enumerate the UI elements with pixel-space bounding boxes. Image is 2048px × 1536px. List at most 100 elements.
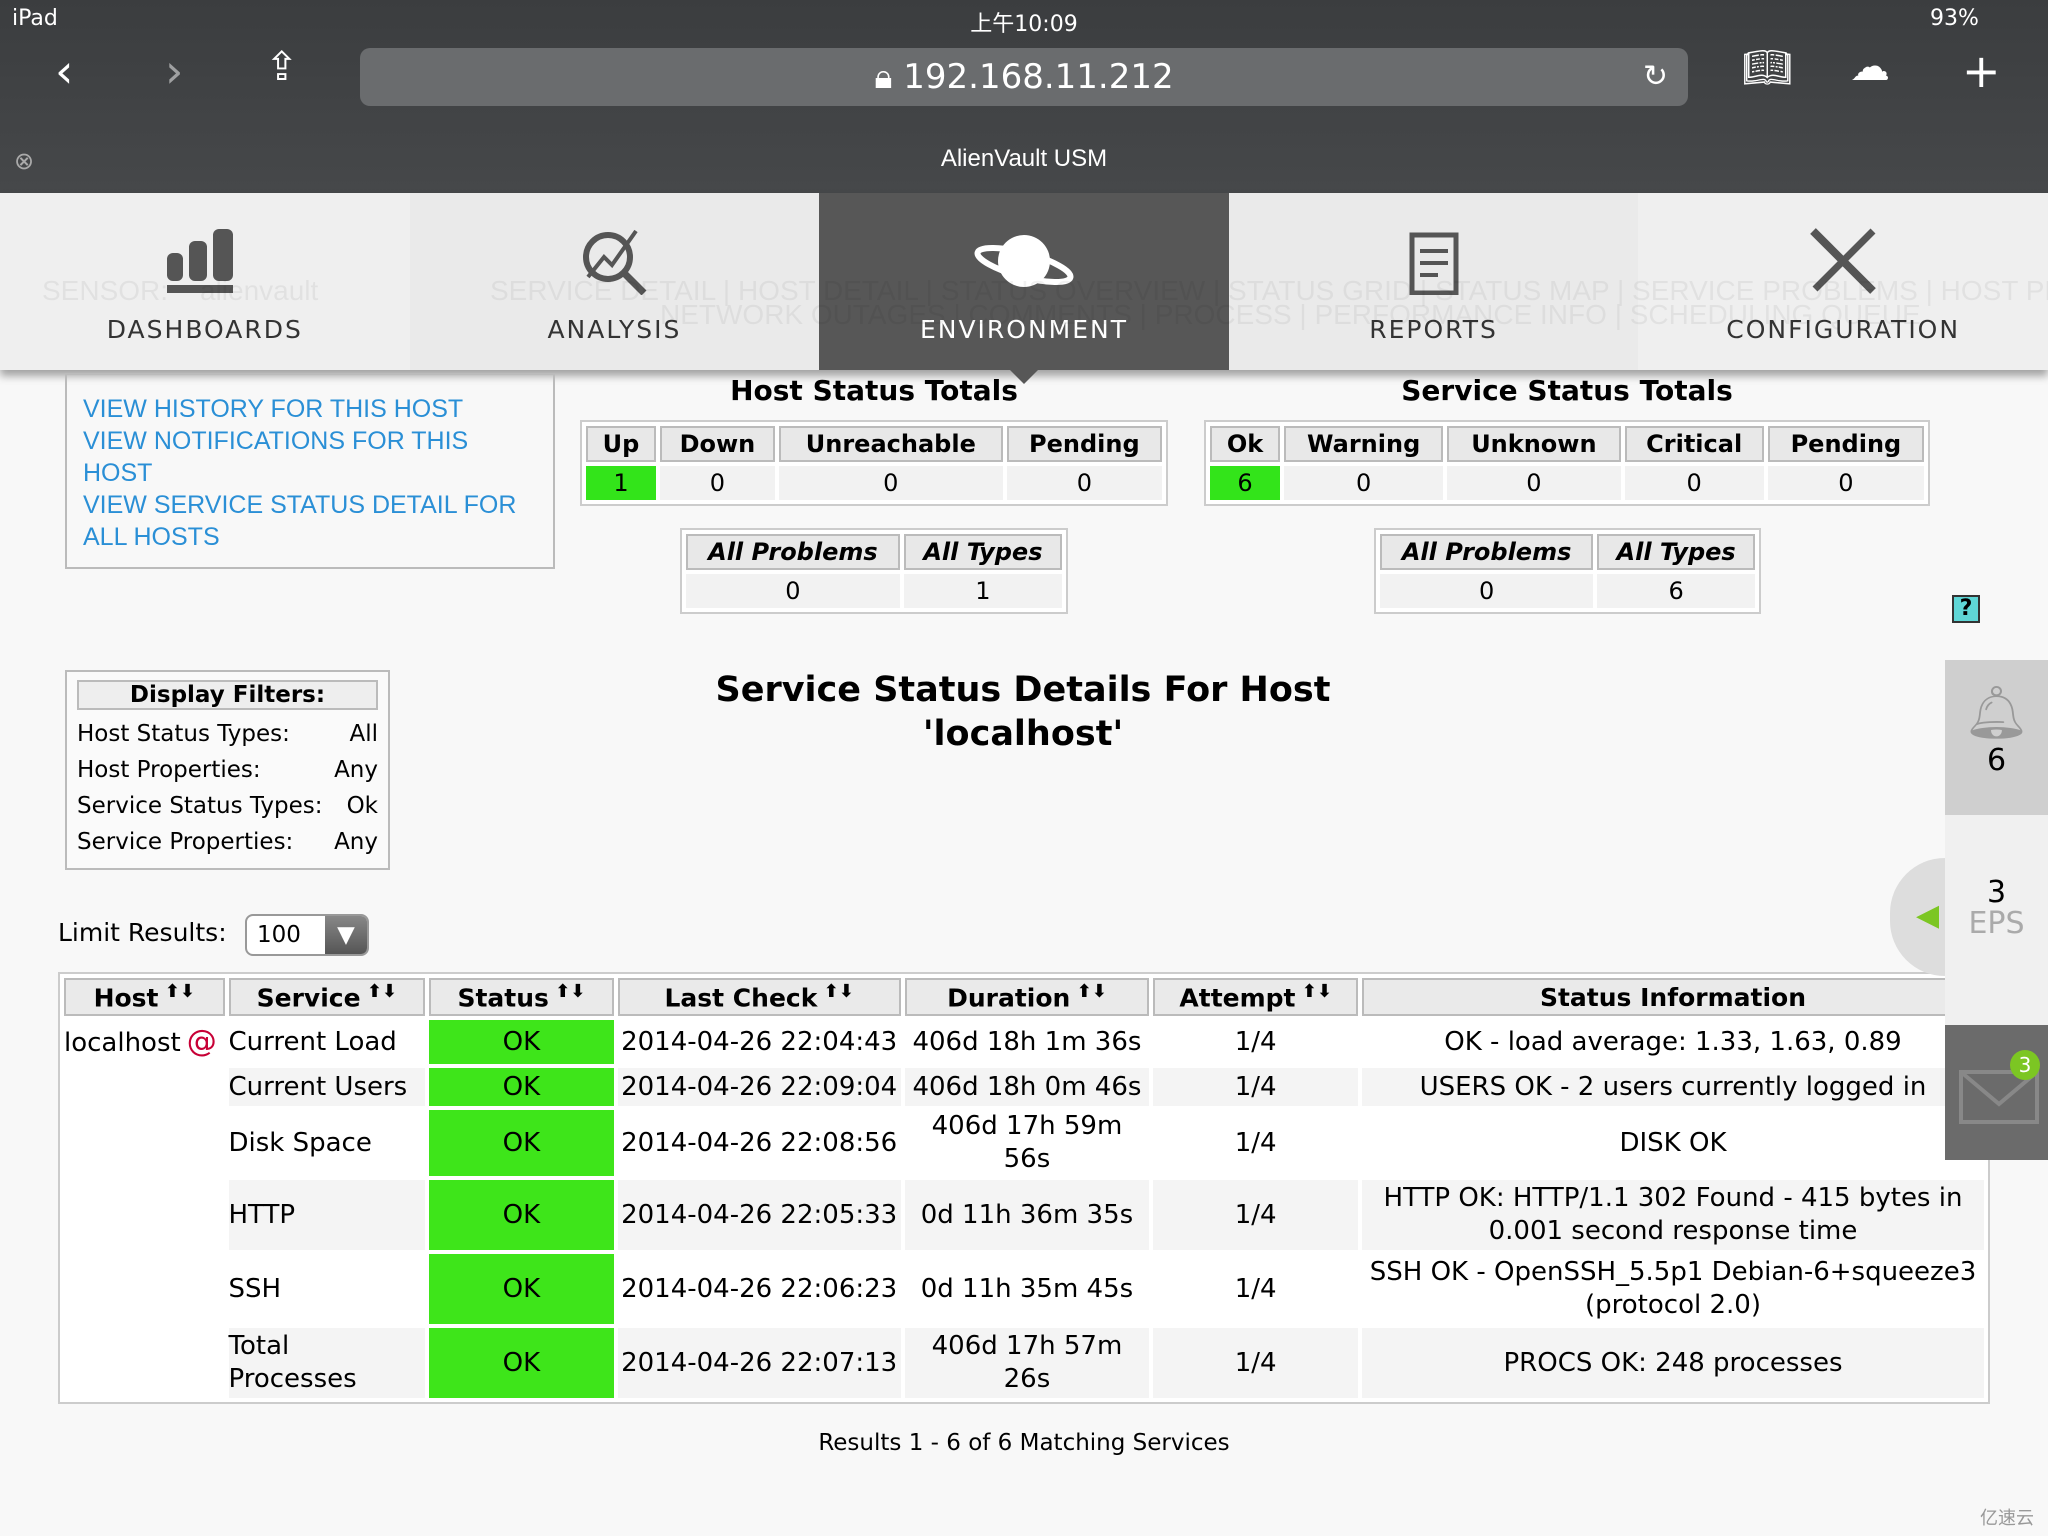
- status-info-cell: OK - load average: 1.33, 1.63, 0.89: [1362, 1020, 1984, 1064]
- sort-arrows-icon[interactable]: ⬆⬇: [1070, 981, 1107, 1002]
- sort-arrows-icon[interactable]: ⬆⬇: [549, 981, 585, 1002]
- host-cell[interactable]: [64, 1068, 225, 1106]
- link-view-notifications[interactable]: VIEW NOTIFICATIONS FOR THIS HOST: [83, 425, 537, 489]
- column-header[interactable]: Last Check ⬆⬇: [617, 978, 901, 1016]
- column-header[interactable]: Service ⬆⬇: [228, 978, 426, 1016]
- back-icon[interactable]: ‹: [55, 44, 73, 98]
- sort-arrows-icon[interactable]: ⬆⬇: [361, 981, 397, 1002]
- forward-icon[interactable]: ›: [165, 44, 183, 98]
- host-cell[interactable]: localhost @: [64, 1020, 225, 1064]
- column-header[interactable]: Status ⬆⬇: [429, 978, 614, 1016]
- service-status-totals-table: Ok Warning Unknown Critical Pending 6 0 0 0 0: [1204, 420, 1930, 506]
- totals-value[interactable]: 0: [1006, 466, 1162, 500]
- share-icon[interactable]: ⇪: [265, 44, 299, 90]
- totals-header[interactable]: Warning: [1284, 426, 1444, 462]
- totals-header[interactable]: Unknown: [1447, 426, 1621, 462]
- totals-header[interactable]: Critical: [1624, 426, 1764, 462]
- totals-value[interactable]: 0: [1380, 574, 1594, 608]
- service-totals-title: Service Status Totals: [1401, 374, 1733, 407]
- address-bar[interactable]: 🔒︎ 192.168.11.212 ↻: [360, 48, 1688, 106]
- cell-text: DISK OK: [1619, 1127, 1727, 1158]
- host-cell[interactable]: [64, 1180, 225, 1250]
- totals-value[interactable]: 0: [778, 466, 1003, 500]
- attempt-cell: 1/4: [1153, 1328, 1358, 1398]
- new-tab-icon[interactable]: +: [1962, 44, 2001, 98]
- totals-header[interactable]: All Types: [903, 534, 1062, 570]
- limit-results-select[interactable]: 100 ▼: [245, 914, 369, 956]
- totals-header[interactable]: All Problems: [686, 534, 900, 570]
- cloud-icon[interactable]: ☁︎: [1850, 44, 1890, 90]
- cell-text: localhost: [64, 1027, 181, 1058]
- messages-widget[interactable]: [1945, 1025, 2048, 1160]
- totals-header[interactable]: Down: [659, 426, 775, 462]
- cell-text: 406d 17h 57m 26s: [931, 1331, 1123, 1394]
- totals-header[interactable]: Pending: [1767, 426, 1924, 462]
- totals-value[interactable]: 0: [1624, 466, 1764, 500]
- totals-header[interactable]: Pending: [1006, 426, 1162, 462]
- attempt-cell: 1/4: [1153, 1180, 1358, 1250]
- filter-value: All: [349, 721, 378, 747]
- dropdown-arrow-icon: ▼: [325, 916, 367, 954]
- service-problems-table: All Problems All Types 0 6: [1374, 528, 1761, 614]
- reload-icon[interactable]: ↻: [1643, 48, 1668, 106]
- service-cell[interactable]: Current Users: [228, 1068, 426, 1106]
- host-cell[interactable]: [64, 1110, 225, 1176]
- cell-text: 1/4: [1234, 1347, 1277, 1378]
- duration-cell: 406d 18h 1m 36s: [905, 1020, 1150, 1064]
- totals-header[interactable]: All Types: [1597, 534, 1755, 570]
- totals-header[interactable]: Ok: [1210, 426, 1281, 462]
- link-view-all-service-status[interactable]: VIEW SERVICE STATUS DETAIL FOR ALL HOSTS: [83, 489, 537, 553]
- cell-text: 2014-04-26 22:08:56: [621, 1127, 898, 1158]
- clock: 上午10:09: [970, 12, 1078, 37]
- bookmarks-icon[interactable]: 📖︎: [1742, 44, 1793, 91]
- service-cell[interactable]: HTTP: [228, 1180, 426, 1250]
- cell-text: 2014-04-26 22:05:33: [621, 1199, 898, 1230]
- column-header[interactable]: Attempt ⬆⬇: [1153, 978, 1358, 1016]
- totals-value[interactable]: 0: [659, 466, 775, 500]
- status-info-cell: DISK OK: [1362, 1110, 1984, 1176]
- status-cell: OK: [429, 1254, 614, 1324]
- filters-title: Display Filters:: [77, 680, 378, 710]
- column-header[interactable]: Status Information: [1361, 978, 1984, 1016]
- cell-text: 2014-04-26 22:09:04: [621, 1071, 898, 1102]
- host-cell[interactable]: [64, 1254, 225, 1324]
- totals-value[interactable]: 0: [1447, 466, 1621, 500]
- service-cell[interactable]: Total Processes: [228, 1328, 426, 1398]
- filter-row: Service Properties: Any: [77, 824, 378, 860]
- help-icon[interactable]: ?: [1952, 595, 1980, 623]
- filter-label: Host Properties:: [77, 757, 261, 783]
- totals-value[interactable]: 6: [1210, 466, 1281, 500]
- status-info-cell: SSH OK - OpenSSH_5.5p1 Debian-6+squeeze3…: [1362, 1254, 1984, 1324]
- totals-value[interactable]: 0: [686, 574, 900, 608]
- attempt-cell: 1/4: [1153, 1110, 1358, 1176]
- host-cell[interactable]: [64, 1328, 225, 1398]
- service-cell[interactable]: Disk Space: [229, 1110, 426, 1176]
- totals-value[interactable]: 0: [1284, 466, 1444, 500]
- totals-header[interactable]: All Problems: [1380, 534, 1594, 570]
- alarms-widget[interactable]: 🔔︎ 6: [1945, 660, 2048, 815]
- totals-value[interactable]: 1: [903, 574, 1062, 608]
- service-cell[interactable]: SSH: [229, 1254, 426, 1324]
- totals-value[interactable]: 1: [586, 466, 656, 500]
- totals-value[interactable]: 0: [1767, 466, 1924, 500]
- column-header-label: Status: [457, 983, 549, 1013]
- status-cell: OK: [429, 1068, 614, 1106]
- service-cell[interactable]: Current Load: [229, 1020, 426, 1064]
- sort-arrows-icon[interactable]: ⬆⬇: [1296, 981, 1332, 1002]
- column-header[interactable]: Duration ⬆⬇: [904, 978, 1150, 1016]
- alarm-bell-icon: 🔔︎: [1963, 683, 2030, 743]
- sort-arrows-icon[interactable]: ⬆⬇: [817, 981, 854, 1002]
- sensor-label: SENSOR:: [42, 275, 169, 306]
- cell-text: Total Processes: [228, 1331, 357, 1394]
- service-status-table: Host ⬆⬇ Service ⬆⬇ Status ⬆⬇ Last Check ⬆⬇ D…: [58, 972, 1990, 1404]
- link-view-history[interactable]: VIEW HISTORY FOR THIS HOST: [83, 393, 537, 425]
- sort-arrows-icon[interactable]: ⬆⬇: [159, 981, 195, 1002]
- totals-header[interactable]: Up: [586, 426, 656, 462]
- totals-header[interactable]: Unreachable: [778, 426, 1003, 462]
- totals-value[interactable]: 6: [1597, 574, 1755, 608]
- filter-row: Service Status Types: Ok: [77, 788, 378, 824]
- title-line-1: Service Status Details For Host: [715, 670, 1331, 710]
- filter-label: Service Properties:: [77, 829, 294, 855]
- cell-text: 406d 18h 0m 46s: [912, 1071, 1142, 1102]
- column-header[interactable]: Host ⬆⬇: [64, 978, 225, 1016]
